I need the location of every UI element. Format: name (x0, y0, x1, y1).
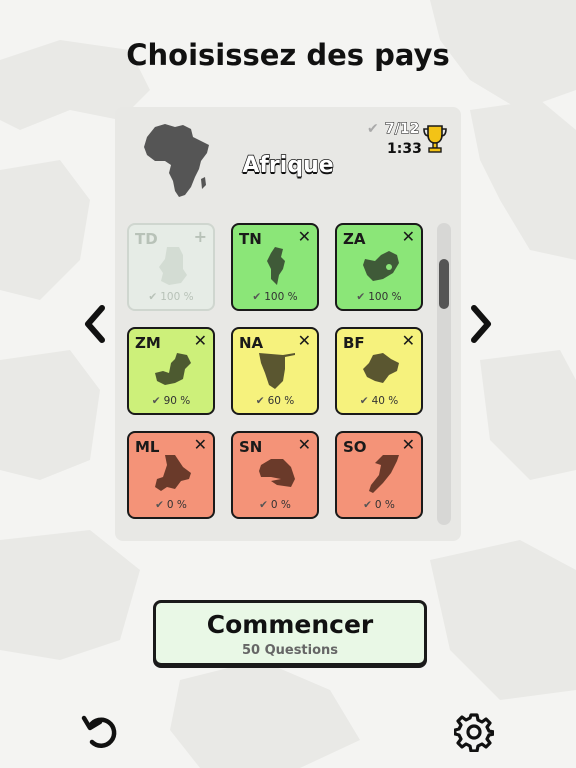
trophy-icon (423, 125, 447, 153)
mastery-percent: 40 % (371, 395, 399, 407)
country-tile-bf[interactable]: BF ✕ ✔ 40 % (335, 327, 423, 415)
remove-icon[interactable]: ✕ (402, 331, 415, 350)
remove-icon[interactable]: ✕ (194, 331, 207, 350)
chevron-right-icon[interactable] (466, 302, 496, 346)
check-icon: ✔ (255, 395, 265, 407)
country-tile-zm[interactable]: ZM ✕ ✔ 90 % (127, 327, 215, 415)
mastery-percent: 100 % (264, 291, 298, 303)
remove-icon[interactable]: ✕ (298, 331, 311, 350)
namibia-shape-icon (259, 353, 295, 389)
mastery-percent: 90 % (163, 395, 191, 407)
check-icon: ✔ (359, 395, 369, 407)
remove-icon[interactable]: ✕ (402, 227, 415, 246)
check-icon: ✔ (356, 291, 366, 303)
chevron-left-icon[interactable] (80, 302, 110, 346)
remove-icon[interactable]: ✕ (298, 227, 311, 246)
somalia-shape-icon (369, 455, 399, 493)
mastery-percent: 0 % (270, 499, 291, 511)
senegal-shape-icon (259, 459, 295, 487)
best-time: 1:33 (387, 141, 422, 157)
check-icon: ✔ (151, 395, 161, 407)
country-selection-panel: Afrique ✔ 7/12 1:33 TD + ✔ 100 % TN ✕ ✔ … (115, 107, 461, 541)
check-icon: ✔ (367, 121, 379, 137)
remove-icon[interactable]: ✕ (298, 435, 311, 454)
south-africa-shape-icon (363, 251, 399, 281)
remove-icon[interactable]: ✕ (194, 435, 207, 454)
zambia-shape-icon (155, 353, 191, 385)
gear-icon[interactable] (454, 712, 494, 752)
check-icon: ✔ (148, 291, 158, 303)
check-icon: ✔ (259, 499, 268, 511)
check-icon: ✔ (363, 499, 372, 511)
country-tile-so[interactable]: SO ✕ ✔ 0 % (335, 431, 423, 519)
mastery-percent: 100 % (160, 291, 194, 303)
country-tile-tn[interactable]: TN ✕ ✔ 100 % (231, 223, 319, 311)
mali-shape-icon (155, 455, 191, 491)
burkina-faso-shape-icon (363, 353, 399, 383)
country-tile-na[interactable]: NA ✕ ✔ 60 % (231, 327, 319, 415)
country-tile-za[interactable]: ZA ✕ ✔ 100 % (335, 223, 423, 311)
country-tile-sn[interactable]: SN ✕ ✔ 0 % (231, 431, 319, 519)
mastery-percent: 0 % (166, 499, 187, 511)
check-icon: ✔ (252, 291, 262, 303)
mastery-percent: 0 % (374, 499, 395, 511)
page-title: Choisissez des pays (126, 38, 450, 72)
check-icon: ✔ (155, 499, 164, 511)
progress-stats: ✔ 7/12 1:33 (365, 121, 453, 161)
start-button-label: Commencer (206, 610, 374, 639)
start-button[interactable]: Commencer 50 Questions (153, 600, 427, 666)
country-grid: TD + ✔ 100 % TN ✕ ✔ 100 % ZA ✕ ✔ 100 % Z… (127, 223, 432, 525)
remove-icon[interactable]: ✕ (402, 435, 415, 454)
question-count: 50 Questions (241, 643, 339, 658)
chad-shape-icon (159, 247, 187, 285)
mastery-percent: 60 % (267, 395, 295, 407)
scrollbar-thumb[interactable] (439, 259, 449, 309)
add-icon[interactable]: + (194, 227, 207, 246)
grid-scrollbar[interactable] (437, 223, 451, 525)
country-tile-ml[interactable]: ML ✕ ✔ 0 % (127, 431, 215, 519)
learned-count: 7/12 (384, 121, 420, 138)
country-tile-td[interactable]: TD + ✔ 100 % (127, 223, 215, 311)
mastery-percent: 100 % (368, 291, 402, 303)
tunisia-shape-icon (267, 247, 285, 285)
undo-icon[interactable] (80, 712, 120, 752)
